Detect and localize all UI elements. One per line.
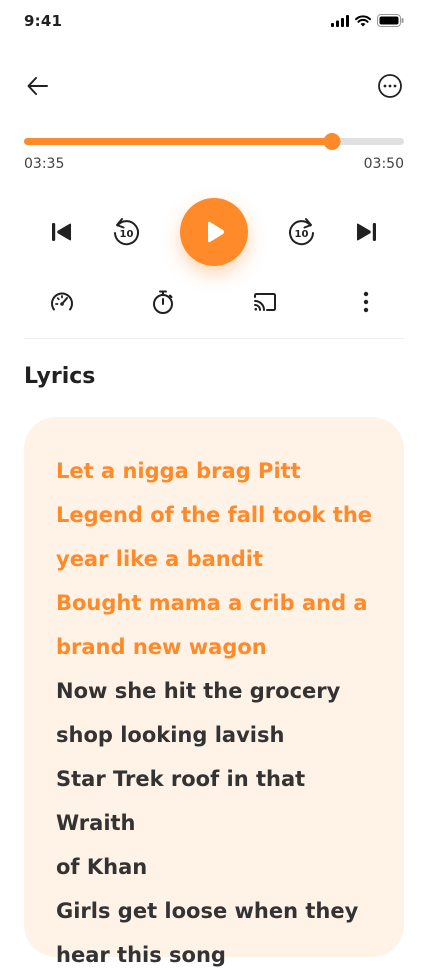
lyric-line: Let a nigga brag Pitt [56, 459, 301, 483]
next-button[interactable] [352, 218, 380, 246]
forward-10-icon: 10 [289, 218, 314, 246]
time-row: 03:35 03:50 [24, 156, 404, 176]
lyric-line: Bought mama a crib and a [56, 591, 368, 615]
forward-seconds-label: 10 [295, 229, 309, 240]
lyric-line: brand new wagon [56, 635, 267, 659]
more-button[interactable] [376, 72, 404, 100]
tool-row [24, 286, 404, 318]
total-time: 03:50 [363, 156, 404, 172]
skip-next-icon [357, 223, 376, 241]
back-button[interactable] [24, 72, 52, 100]
speedometer-icon [51, 292, 73, 311]
lyric-line: of Khan [56, 855, 148, 879]
lyric-line: year like a bandit [56, 547, 264, 571]
status-bar: 9:41 [0, 0, 428, 44]
options-button[interactable] [352, 288, 380, 316]
header [0, 60, 428, 108]
battery-icon [377, 14, 404, 27]
playback-controls: 10 10 [24, 198, 404, 266]
rewind-seconds-label: 10 [120, 229, 134, 240]
forward-10-button[interactable]: 10 [284, 214, 320, 250]
progress-thumb[interactable] [323, 133, 341, 150]
lyric-line: hear this song [56, 943, 226, 967]
previous-button[interactable] [48, 218, 76, 246]
progress-fill [24, 138, 332, 145]
rewind-10-icon: 10 [114, 218, 139, 246]
timer-icon [153, 290, 173, 314]
more-circle-icon [378, 74, 402, 98]
playback-speed-button[interactable] [48, 288, 76, 316]
lyric-line: Girls get loose when they [56, 899, 359, 923]
play-icon [208, 221, 224, 243]
sleep-timer-button[interactable] [149, 288, 177, 316]
lyrics-card[interactable]: Let a nigga brag Pitt Legend of the fall … [24, 417, 404, 967]
more-vertical-icon [363, 291, 369, 313]
arrow-left-icon [27, 77, 48, 95]
lyrics-text: Let a nigga brag Pitt Legend of the fall … [56, 449, 376, 977]
current-time: 03:35 [24, 156, 65, 172]
play-button[interactable] [180, 198, 248, 266]
lyrics-title: Lyrics [24, 364, 96, 389]
progress-slider[interactable] [24, 133, 404, 150]
status-time: 9:41 [24, 12, 63, 30]
status-icons [331, 14, 404, 27]
divider [24, 338, 404, 339]
lyric-line: Now she hit the grocery [56, 679, 341, 703]
lyric-line: Legend of the fall took the [56, 503, 373, 527]
cast-button[interactable] [251, 288, 279, 316]
lyric-line: Star Trek roof in that Wraith [56, 767, 306, 835]
skip-previous-icon [52, 223, 71, 241]
lyric-line: shop looking lavish [56, 723, 285, 747]
rewind-10-button[interactable]: 10 [108, 214, 144, 250]
wifi-icon [355, 14, 371, 26]
cast-icon [254, 293, 276, 311]
signal-icon [331, 14, 349, 27]
